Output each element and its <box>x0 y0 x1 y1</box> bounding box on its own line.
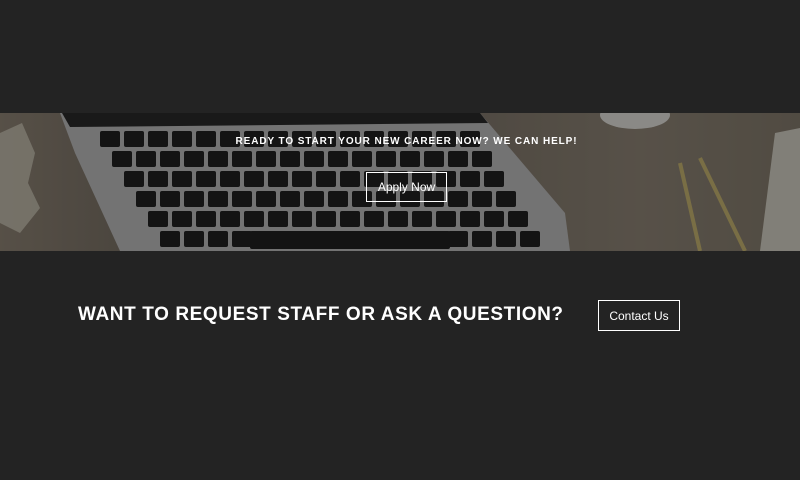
top-dark-band <box>0 0 800 113</box>
request-staff-heading: WANT TO REQUEST STAFF OR ASK A QUESTION? <box>78 304 564 325</box>
apply-now-button[interactable]: Apply Now <box>366 172 447 202</box>
contact-us-button[interactable]: Contact Us <box>598 300 680 331</box>
banner-tagline: READY TO START YOUR NEW CAREER NOW? WE C… <box>235 136 578 147</box>
career-banner: READY TO START YOUR NEW CAREER NOW? WE C… <box>0 113 800 251</box>
